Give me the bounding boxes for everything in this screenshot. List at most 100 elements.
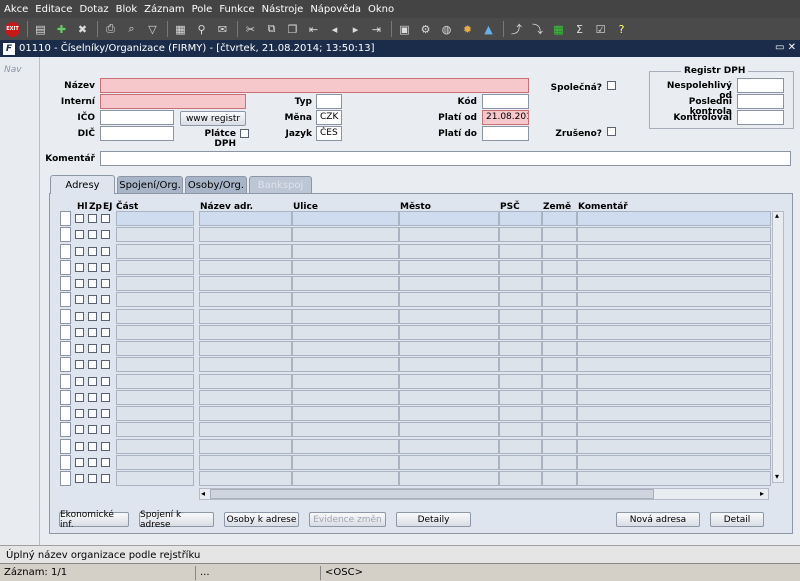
cut-icon[interactable]: ✂ (242, 21, 259, 38)
cell-cast[interactable] (116, 243, 194, 259)
cell-ulice[interactable] (292, 357, 399, 373)
cell-ulice[interactable] (292, 454, 399, 470)
row-selector[interactable] (60, 357, 71, 373)
hl-checkbox[interactable] (75, 295, 84, 305)
cell-ulice[interactable] (292, 438, 399, 454)
cell-nazev-adr[interactable] (199, 357, 292, 373)
cell-nazev-adr[interactable] (199, 292, 292, 308)
cell-cast[interactable] (116, 422, 194, 438)
zp-checkbox[interactable] (88, 344, 97, 353)
cell-nazev-adr[interactable] (199, 259, 292, 275)
ej-checkbox[interactable] (101, 441, 110, 451)
spojeni-k-adrese-button[interactable]: Spojení k adrese (139, 510, 214, 530)
save-icon[interactable]: ▤ (32, 21, 49, 38)
hl-checkbox[interactable] (75, 230, 84, 240)
cell-zeme[interactable] (542, 292, 577, 308)
cell-mesto[interactable] (399, 243, 499, 259)
cell-komentar[interactable] (577, 389, 771, 405)
cell-cast[interactable] (116, 308, 194, 324)
zp-checkbox[interactable] (88, 474, 97, 483)
cell-komentar[interactable] (577, 259, 771, 275)
cell-ulice[interactable] (292, 292, 399, 308)
row-selector[interactable] (60, 341, 71, 356)
cell-cast[interactable] (116, 471, 194, 486)
cell-mesto[interactable] (399, 308, 499, 324)
cell-cast[interactable] (116, 292, 194, 308)
cell-psc[interactable] (499, 422, 542, 438)
zp-checkbox[interactable] (88, 295, 97, 305)
cell-komentar[interactable] (577, 276, 771, 291)
cell-psc[interactable] (499, 324, 542, 340)
kod-field[interactable] (482, 94, 529, 109)
ico-field[interactable] (100, 110, 174, 125)
zruseno-checkbox[interactable] (607, 127, 616, 136)
cell-psc[interactable] (499, 308, 542, 324)
cell-ulice[interactable] (292, 243, 399, 259)
hl-checkbox[interactable] (75, 474, 84, 483)
ej-checkbox[interactable] (101, 311, 110, 321)
cell-zeme[interactable] (542, 341, 577, 356)
cell-zeme[interactable] (542, 276, 577, 291)
posledni-kontrola-field[interactable] (737, 94, 784, 109)
zp-checkbox[interactable] (88, 262, 97, 272)
tab-adresy[interactable]: Adresy (50, 175, 115, 194)
checklist-icon[interactable]: ☑ (592, 21, 609, 38)
cell-ulice[interactable] (292, 341, 399, 356)
copy-icon[interactable]: ▦ (172, 21, 189, 38)
help-icon[interactable]: ? (613, 21, 630, 38)
cell-psc[interactable] (499, 389, 542, 405)
cell-nazev-adr[interactable] (199, 324, 292, 340)
hl-checkbox[interactable] (75, 214, 84, 223)
menu-akce[interactable]: Akce (4, 4, 28, 15)
zp-checkbox[interactable] (88, 214, 97, 223)
cell-cast[interactable] (116, 324, 194, 340)
cell-ulice[interactable] (292, 406, 399, 421)
cell-komentar[interactable] (577, 227, 771, 243)
menu-blok[interactable]: Blok (116, 4, 138, 15)
cell-mesto[interactable] (399, 373, 499, 389)
cell-komentar[interactable] (577, 422, 771, 438)
cell-nazev-adr[interactable] (199, 308, 292, 324)
hl-checkbox[interactable] (75, 279, 84, 288)
typ-field[interactable] (316, 94, 342, 109)
cell-komentar[interactable] (577, 211, 771, 226)
cell-psc[interactable] (499, 373, 542, 389)
detaily-button[interactable]: Detaily (396, 512, 471, 527)
first-record-icon[interactable]: ⇤ (305, 21, 322, 38)
new-record-icon[interactable]: ✚ (53, 21, 70, 38)
cell-cast[interactable] (116, 341, 194, 356)
cell-cast[interactable] (116, 227, 194, 243)
row-selector[interactable] (60, 438, 71, 454)
attach-icon[interactable]: ⚲ (193, 21, 210, 38)
cell-psc[interactable] (499, 471, 542, 486)
cell-ulice[interactable] (292, 324, 399, 340)
row-selector[interactable] (60, 243, 71, 259)
tab-osoby-org[interactable]: Osoby/Org. (185, 176, 247, 193)
zp-checkbox[interactable] (88, 246, 97, 256)
cell-mesto[interactable] (399, 276, 499, 291)
cell-psc[interactable] (499, 438, 542, 454)
cell-mesto[interactable] (399, 292, 499, 308)
scroll-left-icon[interactable]: ◂ (201, 489, 205, 498)
cell-ulice[interactable] (292, 471, 399, 486)
cell-ulice[interactable] (292, 308, 399, 324)
cell-zeme[interactable] (542, 259, 577, 275)
hl-checkbox[interactable] (75, 360, 84, 370)
cell-mesto[interactable] (399, 357, 499, 373)
cell-psc[interactable] (499, 276, 542, 291)
row-selector[interactable] (60, 227, 71, 243)
sun-icon[interactable]: ✹ (459, 21, 476, 38)
menu-dotaz[interactable]: Dotaz (79, 4, 108, 15)
ej-checkbox[interactable] (101, 262, 110, 272)
ej-checkbox[interactable] (101, 295, 110, 305)
cell-ulice[interactable] (292, 389, 399, 405)
cell-nazev-adr[interactable] (199, 422, 292, 438)
menu-pole[interactable]: Pole (192, 4, 213, 15)
jazyk-field[interactable]: ČES (316, 126, 342, 141)
cell-nazev-adr[interactable] (199, 276, 292, 291)
cell-ulice[interactable] (292, 259, 399, 275)
hl-checkbox[interactable] (75, 409, 84, 418)
cell-komentar[interactable] (577, 357, 771, 373)
zp-checkbox[interactable] (88, 425, 97, 435)
cell-psc[interactable] (499, 243, 542, 259)
